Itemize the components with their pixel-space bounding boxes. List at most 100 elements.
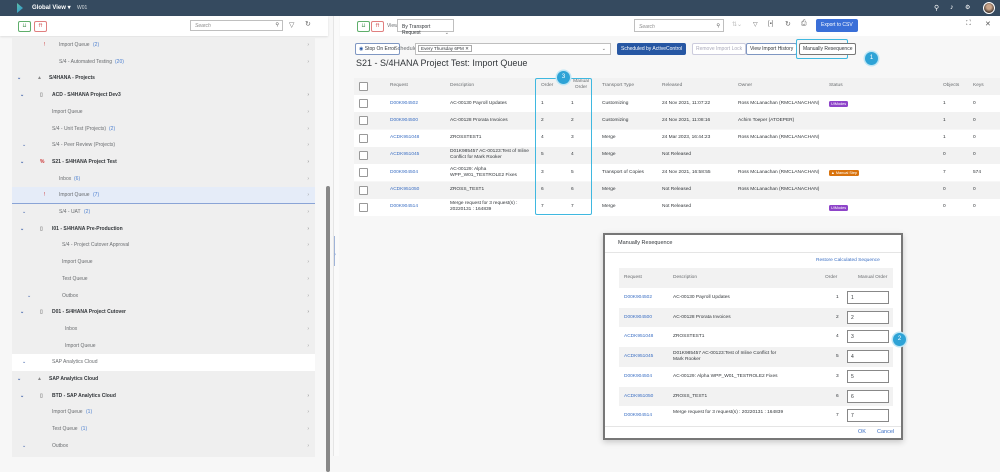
table-row[interactable]: D00K904502 AC-00130 Payroll Updates 1 1 Cust…	[354, 95, 1000, 112]
tree-item[interactable]: ⌄ ▲ S/4HANA - Projects	[12, 70, 315, 87]
tree-item[interactable]: ⌄ Outbox ›	[12, 288, 315, 305]
chevron-right-icon[interactable]: ›	[307, 121, 309, 138]
tree-item[interactable]: ⌄ Outbox ›	[12, 438, 315, 455]
splitter-handle[interactable]	[334, 236, 335, 266]
chevron-down-icon[interactable]: ⌄	[20, 304, 24, 321]
chevron-right-icon[interactable]: ›	[307, 438, 309, 455]
tree-item[interactable]: ⌄ ▯ D01 - S/4HANA Project Cutover ›	[12, 304, 315, 321]
select-all-checkbox[interactable]	[359, 82, 368, 91]
manual-order-input[interactable]: 5	[847, 369, 889, 383]
request-link[interactable]: ACDK951045	[624, 354, 653, 360]
row-checkbox[interactable]	[359, 168, 368, 178]
schedule-token[interactable]: Every Thursday 6PM ✕	[418, 44, 472, 52]
chevron-down-icon[interactable]: ⌄	[22, 438, 26, 455]
tree-item[interactable]: Test Queue ›	[12, 271, 315, 288]
filter-icon[interactable]: ▽	[753, 21, 758, 28]
settings-icon[interactable]: ⚙	[965, 4, 970, 11]
manual-order-input[interactable]: 1	[847, 291, 889, 304]
cancel-button[interactable]: Cancel	[877, 429, 894, 435]
view-select[interactable]: By Transport Request ⌄	[397, 19, 454, 36]
chevron-down-icon[interactable]: ⌄	[17, 70, 21, 87]
chevron-down-icon[interactable]: ⌄	[17, 371, 21, 388]
manual-order-input[interactable]: 3	[847, 330, 889, 344]
chevron-right-icon[interactable]: ›	[307, 154, 309, 171]
request-link[interactable]: ACDK951048	[390, 135, 419, 141]
bell-icon[interactable]: ♪	[950, 4, 954, 11]
tree-item[interactable]: Import Queue (1) ›	[12, 404, 315, 421]
manual-order-input[interactable]: 7	[847, 409, 889, 423]
search-icon[interactable]: ⚲	[934, 4, 939, 12]
close-icon[interactable]: ✕	[985, 20, 991, 28]
search-icon[interactable]: ⚲	[716, 23, 720, 29]
tree-item[interactable]: Test Queue (1) ›	[12, 421, 315, 438]
request-link[interactable]: D00K904514	[624, 413, 652, 419]
export-csv-button[interactable]: Export to CSV	[816, 19, 858, 32]
schedule-input[interactable]: Every Thursday 6PM ✕ ⌄	[415, 43, 611, 55]
chevron-down-icon[interactable]: ⌄	[27, 288, 31, 305]
chevron-right-icon[interactable]: ›	[307, 221, 309, 238]
collapse-all-button[interactable]: ⇈	[371, 20, 384, 32]
chevron-down-icon[interactable]: ⌄	[20, 221, 24, 238]
refresh-icon[interactable]: ↻	[305, 20, 311, 28]
remove-import-lock-button[interactable]: Remove Import Lock	[692, 43, 747, 55]
request-link[interactable]: D00K904500	[624, 315, 652, 321]
tree-item[interactable]: S/4 - Automated Testing (20) ›	[12, 54, 315, 71]
chevron-right-icon[interactable]: ›	[307, 137, 309, 154]
chevron-down-icon[interactable]: ⌄	[602, 46, 606, 52]
request-link[interactable]: D00K904502	[624, 295, 652, 301]
expand-all-button[interactable]: ⇊	[357, 20, 370, 32]
restore-calculated-sequence-link[interactable]: Restore Calculated Sequence	[816, 258, 880, 263]
request-link[interactable]: ACDK951048	[624, 334, 653, 340]
tree-item[interactable]: ⌄ ▯ ACD - S/4HANA Project Dev3 ›	[12, 87, 315, 104]
chevron-down-icon[interactable]: ⌄	[20, 87, 24, 104]
columns-icon[interactable]: [▪]	[768, 21, 773, 27]
tree-search-input[interactable]: Search ⚲	[190, 20, 283, 31]
filter-icon[interactable]: ▽	[289, 21, 294, 29]
print-icon[interactable]: ⎙	[801, 20, 807, 28]
tree-item[interactable]: ! Import Queue (2) ›	[12, 37, 315, 54]
chevron-down-icon[interactable]: ⌄	[20, 388, 24, 405]
table-row[interactable]: ACDK951045 D01K985457 AC-00123:Test of In…	[354, 146, 1000, 164]
request-link[interactable]: D00K904504	[624, 374, 652, 380]
request-link[interactable]: D00K904500	[390, 118, 418, 124]
chevron-right-icon[interactable]: ›	[307, 404, 309, 421]
row-checkbox[interactable]	[359, 99, 368, 108]
expand-all-button[interactable]: ⇊	[18, 20, 31, 32]
request-link[interactable]: ACDK951050	[390, 187, 419, 193]
refresh-icon[interactable]: ↻	[785, 20, 791, 28]
chevron-right-icon[interactable]: ›	[307, 87, 309, 104]
tree-item[interactable]: ! Import Queue (7) ›	[12, 187, 315, 204]
table-row[interactable]: D00K904504 AC-00129: Alpha WPP_W01_TESTRO…	[354, 164, 1000, 182]
chevron-down-icon[interactable]: ⌄	[20, 154, 24, 171]
search-icon[interactable]: ⚲	[275, 22, 279, 28]
chevron-right-icon[interactable]: ›	[307, 388, 309, 405]
chevron-right-icon[interactable]: ›	[307, 104, 309, 121]
chevron-right-icon[interactable]: ›	[307, 204, 309, 221]
chevron-right-icon[interactable]: ›	[307, 321, 309, 338]
table-row[interactable]: ACDK951048 ZROSSTEST1 4 3 Merge 24 Mar 2023, …	[354, 129, 1000, 147]
request-link[interactable]: ACDK951050	[624, 394, 653, 400]
tree-item[interactable]: ⌄% S21 - S/4HANA Project Test ›	[12, 154, 315, 171]
table-row[interactable]: D00K904500 AC-00128 Prorata Invoices 2 2 Cus…	[354, 112, 1000, 130]
ok-button[interactable]: OK	[858, 429, 866, 435]
scheduled-by-activecontrol-button[interactable]: Scheduled by ActiveControl	[617, 43, 687, 55]
request-link[interactable]: ACDK951045	[390, 152, 419, 158]
request-link[interactable]: D00K904502	[390, 101, 418, 107]
tree-item[interactable]: ⌄ ▲ SAP Analytics Cloud	[12, 371, 315, 388]
chevron-right-icon[interactable]: ›	[307, 254, 309, 271]
tree-item[interactable]: ⌄ S/4 - UAT (2) ›	[12, 204, 315, 221]
avatar[interactable]	[983, 2, 995, 14]
global-view-menu[interactable]: Global View ▾	[32, 4, 71, 11]
request-link[interactable]: D00K904504	[390, 170, 418, 176]
chevron-right-icon[interactable]: ›	[307, 421, 309, 438]
tree-item[interactable]: Inbox ›	[12, 321, 315, 338]
table-row[interactable]: ACDK951050 ZROSS_TEST1 6 6 Merge Not Released…	[354, 181, 1000, 199]
splitter-arrow-icon[interactable]: ›	[334, 252, 336, 258]
tree-item[interactable]: ⌄ ▯ I01 - S/4HANA Pre-Production ›	[12, 221, 315, 238]
table-row[interactable]: D00K904514 Merge request for 3 request(s)…	[354, 198, 1000, 216]
fullscreen-icon[interactable]: ⛶	[966, 20, 971, 28]
tree-item[interactable]: Import Queue ›	[12, 254, 315, 271]
chevron-right-icon[interactable]: ›	[307, 54, 309, 71]
chevron-right-icon[interactable]: ›	[307, 338, 309, 355]
tree-item[interactable]: S/4 - Project Cutover Approval ›	[12, 237, 315, 254]
